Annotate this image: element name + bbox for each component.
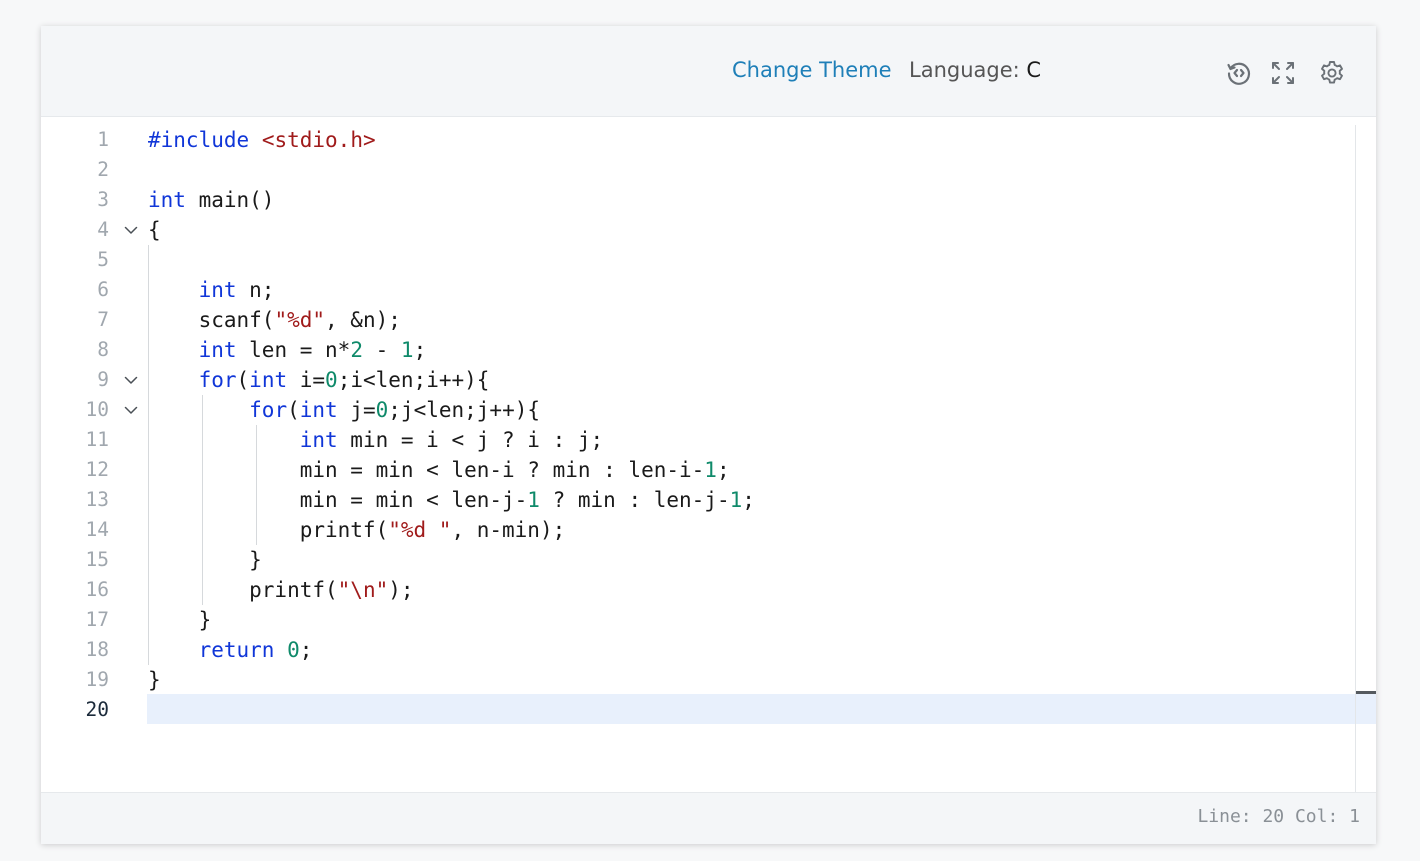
code-line[interactable]: int main() (148, 185, 274, 215)
fullscreen-icon[interactable] (1269, 59, 1297, 87)
code-line[interactable]: for(int i=0;i<len;i++){ (148, 365, 490, 395)
language-value: C (1026, 58, 1042, 82)
fold-chevron-icon[interactable] (122, 395, 140, 425)
language-label: Language: (909, 58, 1020, 82)
code-line[interactable]: printf("%d ", n-min); (148, 515, 566, 545)
code-line[interactable]: #include <stdio.h> (148, 125, 376, 155)
current-line-highlight (147, 694, 1376, 724)
fold-chevron-icon[interactable] (122, 215, 140, 245)
gear-icon[interactable] (1318, 59, 1346, 87)
code-line[interactable]: } (148, 545, 262, 575)
line-number: 4 (97, 218, 109, 241)
history-icon[interactable] (1225, 59, 1253, 87)
code-line[interactable]: min = min < len-i ? min : len-i-1; (148, 455, 730, 485)
line-number: 10 (85, 398, 109, 421)
line-number: 11 (85, 428, 109, 451)
scrollbar-cursor-marker (1356, 691, 1376, 694)
code-editor-panel: Change Theme Language: C 1 #include <std… (41, 26, 1376, 844)
line-number: 3 (97, 188, 109, 211)
editor-toolbar: Change Theme Language: C (41, 26, 1376, 117)
line-number: 13 (85, 488, 109, 511)
code-line[interactable]: printf("\n"); (148, 575, 413, 605)
line-number: 19 (85, 668, 109, 691)
line-number: 7 (97, 308, 109, 331)
line-number: 18 (85, 638, 109, 661)
line-number: 12 (85, 458, 109, 481)
line-number: 1 (97, 128, 109, 151)
line-number: 16 (85, 578, 109, 601)
code-line[interactable]: int n; (148, 275, 275, 305)
line-number: 9 (97, 368, 109, 391)
line-number: 14 (85, 518, 109, 541)
status-bar: Line: 20 Col: 1 (41, 792, 1376, 844)
line-number: 5 (97, 248, 109, 271)
line-number: 8 (97, 338, 109, 361)
code-line[interactable]: min = min < len-j-1 ? min : len-j-1; (148, 485, 755, 515)
code-line[interactable]: return 0; (148, 635, 313, 665)
code-editor[interactable]: 1 #include <stdio.h> 2 3 int main() 4 {5 6 int … (41, 117, 1376, 792)
line-number: 6 (97, 278, 109, 301)
code-line[interactable]: } (148, 605, 212, 635)
code-line[interactable]: int len = n*2 - 1; (148, 335, 427, 365)
code-line[interactable]: } (148, 665, 161, 695)
code-line[interactable]: for(int j=0;j<len;j++){ (148, 395, 540, 425)
fold-chevron-icon[interactable] (122, 365, 140, 395)
line-number: 15 (85, 548, 109, 571)
change-theme-button[interactable]: Change Theme (732, 58, 892, 82)
line-number: 2 (97, 158, 109, 181)
line-number: 20 (85, 698, 109, 721)
cursor-position: Line: 20 Col: 1 (1197, 806, 1360, 827)
language-selector[interactable]: Language: C (909, 58, 1041, 82)
line-number: 17 (85, 608, 109, 631)
code-line[interactable]: scanf("%d", &n); (148, 305, 401, 335)
code-line[interactable]: { (148, 215, 161, 245)
code-line[interactable]: int min = i < j ? i : j; (148, 425, 603, 455)
